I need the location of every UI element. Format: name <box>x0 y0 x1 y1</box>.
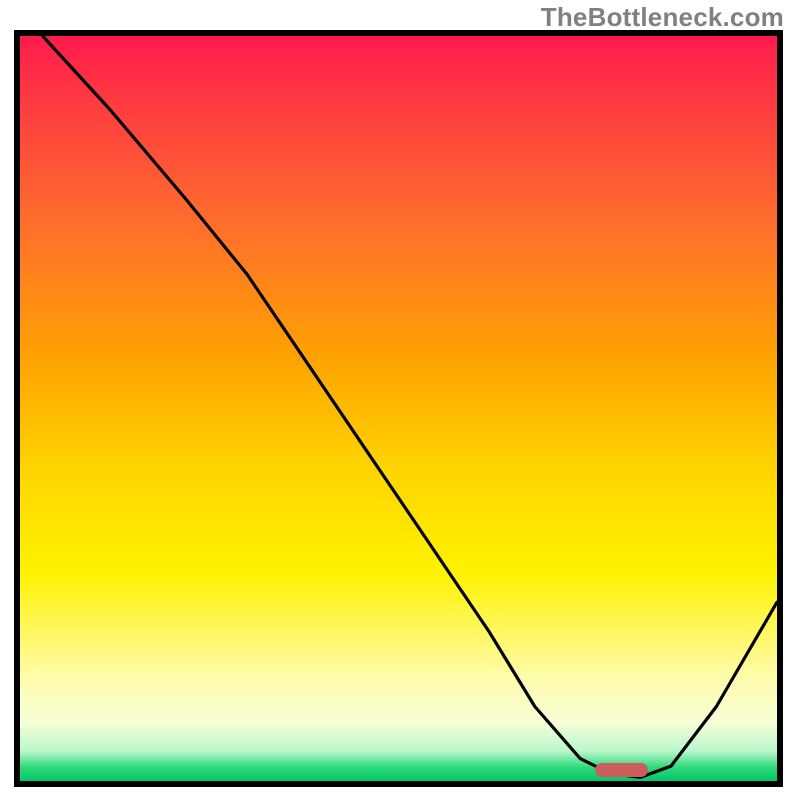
line-series <box>20 36 777 781</box>
plot-frame <box>14 30 783 787</box>
highlight-marker <box>595 763 648 777</box>
watermark-text: TheBottleneck.com <box>541 2 784 33</box>
plot-area <box>20 36 777 781</box>
chart-container: TheBottleneck.com <box>0 0 800 800</box>
